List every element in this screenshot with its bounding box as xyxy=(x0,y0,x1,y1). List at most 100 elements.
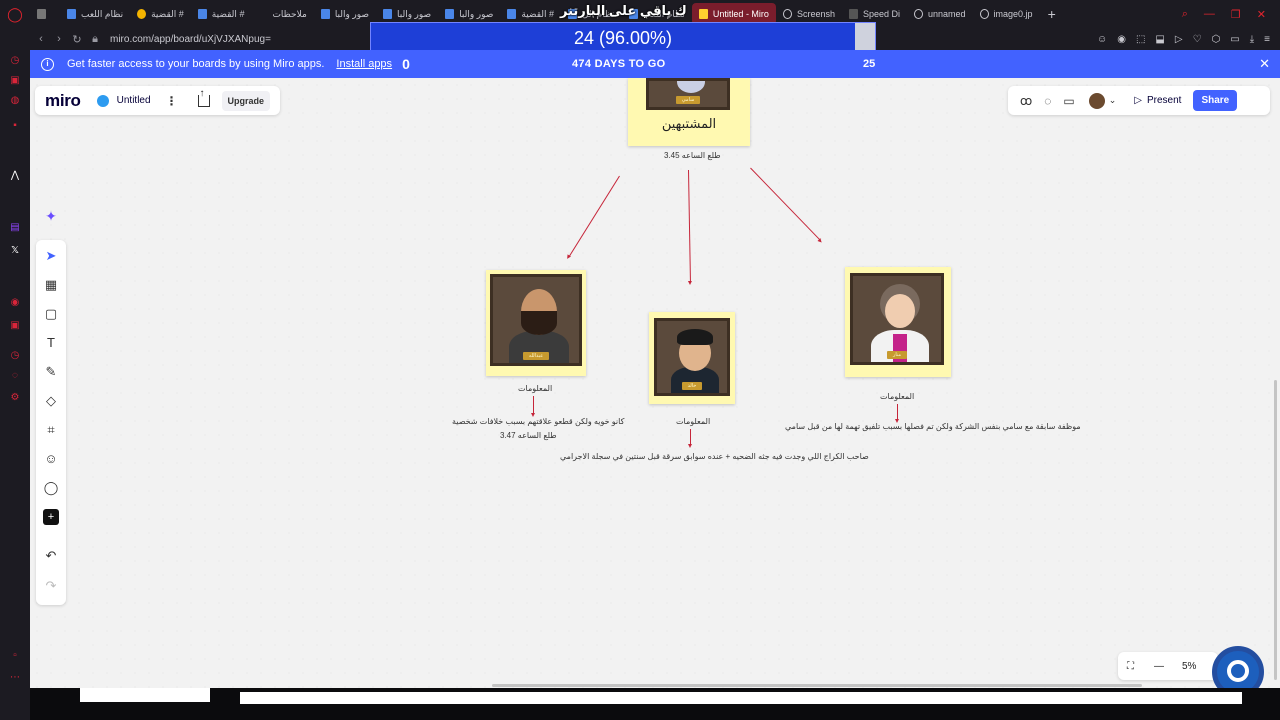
stickers-icon[interactable]: ☺ xyxy=(43,451,59,467)
suspect-card[interactable]: عبدالله xyxy=(486,270,586,376)
tab-label: صور والبا xyxy=(334,8,369,19)
overlay-days-to-go: 474 DAYS TO GO xyxy=(572,58,666,70)
upgrade-button[interactable]: Upgrade xyxy=(221,90,271,111)
search-icon[interactable]: ⌕ xyxy=(1182,8,1188,21)
tab-label: صور والبا xyxy=(397,8,432,19)
settings-icon[interactable]: ⚙ xyxy=(9,392,21,404)
wallet-icon[interactable]: ▭ xyxy=(1230,34,1239,45)
more-icon[interactable]: ⋯ xyxy=(9,672,21,684)
browser-tab[interactable]: ملاحظات xyxy=(251,3,313,25)
twitch-icon[interactable]: ▤ xyxy=(9,222,21,234)
heart-icon[interactable]: ♡ xyxy=(1193,34,1202,45)
vertical-scrollbar[interactable] xyxy=(1274,380,1277,680)
tab-icon xyxy=(37,9,46,19)
connector-arrow[interactable] xyxy=(688,429,692,448)
shapes-icon[interactable]: ◇ xyxy=(43,393,59,409)
templates-icon[interactable]: ▦ xyxy=(43,277,59,293)
url-text[interactable]: miro.com/app/board/uXjVJXANpug= xyxy=(110,34,271,45)
avatar[interactable] xyxy=(1088,92,1105,109)
app-icon[interactable]: ▪ xyxy=(9,120,21,132)
close-banner-icon[interactable]: ✕ xyxy=(1259,56,1270,72)
messenger-icon[interactable]: ◍ xyxy=(9,95,21,107)
connector-arrow[interactable] xyxy=(688,169,691,282)
app-icon[interactable]: ▫ xyxy=(9,650,21,662)
reactions-icon[interactable]: ꝏ xyxy=(1020,94,1032,108)
chevron-down-icon[interactable]: ⌄ xyxy=(1109,95,1117,106)
comment-icon[interactable]: ◌ xyxy=(1044,94,1051,108)
fit-screen-icon[interactable]: ⛶ xyxy=(1127,661,1134,672)
comment-tool-icon[interactable]: ◯ xyxy=(43,480,59,496)
suspects-header-card[interactable]: سامي المشتبهين xyxy=(628,78,750,146)
connector-arrow[interactable] xyxy=(531,396,535,417)
bottom-overlay-strip xyxy=(30,688,1280,720)
redo-icon[interactable]: ↷ xyxy=(43,578,59,594)
tab-label: نظام اللعب xyxy=(81,8,124,19)
history-icon[interactable]: ◷ xyxy=(9,55,21,67)
snapshot-icon[interactable]: ⬓ xyxy=(1155,34,1164,45)
browser-tab[interactable]: القضية # xyxy=(191,3,252,25)
add-tool-icon[interactable]: + xyxy=(43,509,59,525)
bookmark-icon[interactable]: ▣ xyxy=(9,75,21,87)
close-window-icon[interactable]: ✕ xyxy=(1257,8,1266,21)
clock-icon[interactable]: ◷ xyxy=(9,350,21,362)
tab-label: Screensh xyxy=(796,9,835,19)
connector-arrow[interactable] xyxy=(568,175,620,257)
share-button[interactable]: Share xyxy=(1193,90,1238,111)
camera-icon[interactable]: ◉ xyxy=(1117,34,1126,45)
overlay-caption: ك باقي على البارتنر xyxy=(560,3,687,18)
more-options-icon[interactable]: ⋮ xyxy=(166,94,178,108)
miro-favicon-icon xyxy=(698,9,708,19)
zoom-level[interactable]: 5% xyxy=(1182,661,1196,672)
browser-tab[interactable]: نظام اللعب xyxy=(60,3,130,25)
text-tool-icon[interactable]: T xyxy=(43,335,59,351)
miro-logo[interactable]: miro xyxy=(45,91,81,111)
x-icon[interactable]: 𝕏 xyxy=(9,245,21,257)
pen-tool-icon[interactable]: ✎ xyxy=(43,364,59,380)
tab-label: القضية # xyxy=(151,8,184,19)
player-icon[interactable]: ◉ xyxy=(9,297,21,309)
browser-tab[interactable]: image0.jp xyxy=(973,3,1040,25)
connector-arrow[interactable] xyxy=(895,404,899,423)
zoom-out-icon[interactable]: — xyxy=(1154,661,1164,672)
ai-icon[interactable]: ⋀ xyxy=(9,170,21,182)
globe-icon[interactable] xyxy=(96,94,109,107)
connector-arrow[interactable] xyxy=(750,167,821,241)
browser-tab[interactable]: unnamed xyxy=(907,3,973,25)
body-shape xyxy=(509,331,569,363)
suspect-card[interactable]: منار xyxy=(845,267,951,377)
reload-icon[interactable]: ↻ xyxy=(68,33,86,46)
forward-icon[interactable]: › xyxy=(50,33,68,45)
download-icon[interactable]: ⤓ xyxy=(1250,34,1254,45)
zoom-controls: ⛶ — 5% xyxy=(1118,652,1218,680)
export-icon[interactable] xyxy=(197,88,210,107)
video-call-icon[interactable]: ▭ xyxy=(1063,94,1074,108)
ai-sparkle-icon[interactable]: ✦ xyxy=(42,208,60,226)
victim-portrait: سامي xyxy=(646,78,730,110)
maximize-icon[interactable]: ❐ xyxy=(1231,8,1241,21)
overlay-count: 25 xyxy=(863,58,876,70)
browser-tab[interactable]: صور والبا xyxy=(314,3,376,25)
install-apps-link[interactable]: Install apps xyxy=(336,58,392,70)
app-icon[interactable]: ▣ xyxy=(9,320,21,332)
select-tool-icon[interactable]: ➤ xyxy=(43,248,59,264)
cube-icon[interactable]: ⬡ xyxy=(1212,34,1221,45)
board-title[interactable]: Untitled xyxy=(117,95,151,106)
frame-icon[interactable]: ⌗ xyxy=(43,422,59,438)
present-button[interactable]: ▷ Present xyxy=(1134,95,1181,106)
back-icon[interactable]: ‹ xyxy=(32,33,50,45)
opera-logo-icon[interactable]: ◯ xyxy=(0,0,30,28)
app-icon[interactable]: ◌ xyxy=(9,370,21,382)
miro-board-canvas[interactable]: سامي المشتبهين طلع الساعه 3.45 عبدالله ا… xyxy=(30,78,1280,688)
suspect-card[interactable]: خالد xyxy=(649,312,735,404)
emoji-icon[interactable]: ☺ xyxy=(1097,34,1107,45)
play-icon[interactable]: ▷ xyxy=(1175,34,1183,45)
sticky-note-icon[interactable]: ▢ xyxy=(43,306,59,322)
tab-menu-icon[interactable] xyxy=(30,3,60,25)
browser-tab[interactable]: القضية # xyxy=(130,3,191,25)
minimize-icon[interactable]: — xyxy=(1204,8,1215,21)
extension-icon[interactable]: ⬚ xyxy=(1136,34,1145,45)
horizontal-scrollbar[interactable] xyxy=(492,684,1142,687)
new-tab-icon[interactable]: + xyxy=(1040,6,1064,22)
undo-icon[interactable]: ↶ xyxy=(43,548,59,564)
menu-icon[interactable]: ≡ xyxy=(1264,34,1270,45)
